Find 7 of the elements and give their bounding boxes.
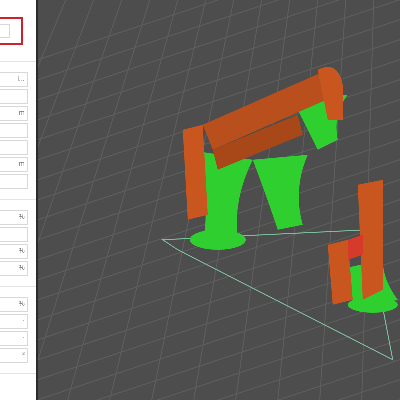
input-field[interactable] <box>0 140 28 155</box>
input-field[interactable] <box>0 123 28 138</box>
3d-viewport[interactable] <box>38 0 400 400</box>
input-field[interactable] <box>0 174 28 189</box>
input-field[interactable] <box>0 24 10 38</box>
input-field[interactable] <box>0 227 28 242</box>
input-field[interactable] <box>0 89 28 104</box>
